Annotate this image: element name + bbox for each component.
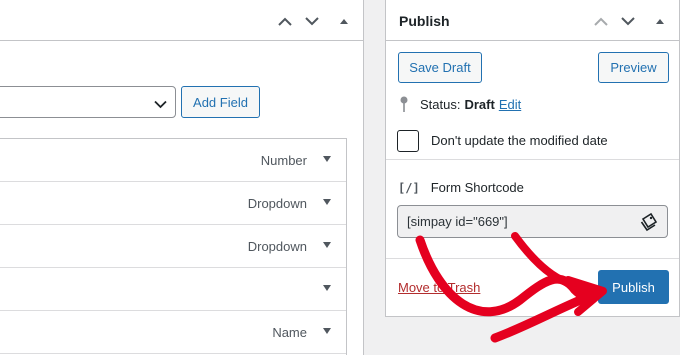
caret-down-icon[interactable]	[323, 199, 331, 205]
publish-box-header: Publish	[386, 0, 679, 41]
divider	[386, 258, 679, 259]
select-chevron-icon	[154, 96, 167, 114]
shortcode-field[interactable]: [simpay id="669"]	[397, 205, 668, 238]
dont-update-date-checkbox[interactable]	[397, 130, 419, 152]
field-row[interactable]: Dropdown	[0, 182, 346, 225]
code-icon: [/]	[398, 180, 420, 195]
field-row[interactable]: Dropdown	[0, 225, 346, 268]
form-shortcode-label: Form Shortcode	[430, 180, 524, 195]
caret-down-icon[interactable]	[323, 285, 331, 291]
form-shortcode-heading: [/] Form Shortcode	[398, 180, 524, 195]
save-draft-button[interactable]: Save Draft	[398, 52, 482, 83]
caret-down-icon[interactable]	[323, 156, 331, 162]
caret-down-icon[interactable]	[323, 242, 331, 248]
edit-status-link[interactable]: Edit	[499, 97, 521, 112]
shortcode-value: [simpay id="669"]	[407, 214, 508, 229]
field-row[interactable]: Number	[0, 139, 346, 182]
status-label: Status:	[420, 96, 461, 112]
move-to-trash-link[interactable]: Move to Trash	[398, 280, 480, 295]
divider	[386, 159, 679, 160]
chevron-down-icon[interactable]	[618, 11, 638, 31]
publish-box: Publish Save Draft Preview Status: Draft…	[385, 0, 680, 317]
preview-button[interactable]: Preview	[598, 52, 669, 83]
field-type-label: Dropdown	[247, 239, 307, 254]
publish-button[interactable]: Publish	[598, 270, 669, 304]
field-type-select[interactable]	[0, 86, 176, 118]
chevron-up-icon[interactable]	[591, 11, 611, 31]
dont-update-date-label: Don't update the modified date	[431, 133, 608, 148]
copy-icon[interactable]	[640, 212, 658, 237]
field-type-label: Number	[260, 153, 307, 168]
field-row[interactable]: Name	[0, 311, 346, 354]
chevron-up-icon[interactable]	[275, 11, 295, 31]
caret-down-icon[interactable]	[323, 328, 331, 334]
add-field-button[interactable]: Add Field	[181, 86, 260, 118]
field-row[interactable]	[0, 268, 346, 311]
publish-box-title: Publish	[399, 13, 450, 29]
collapse-triangle-icon[interactable]	[334, 11, 354, 31]
field-type-label: Dropdown	[247, 196, 307, 211]
chevron-down-icon[interactable]	[302, 11, 322, 31]
form-fields-panel: Add Field Number Dropdown Dropdown Name	[0, 0, 364, 355]
pin-icon	[400, 96, 408, 112]
fields-list: Number Dropdown Dropdown Name	[0, 138, 347, 355]
field-type-label: Name	[272, 325, 307, 340]
collapse-triangle-icon[interactable]	[650, 11, 670, 31]
post-status: Status: Draft Edit	[400, 96, 521, 112]
status-value: Draft	[464, 96, 495, 112]
form-fields-panel-header	[0, 0, 363, 41]
